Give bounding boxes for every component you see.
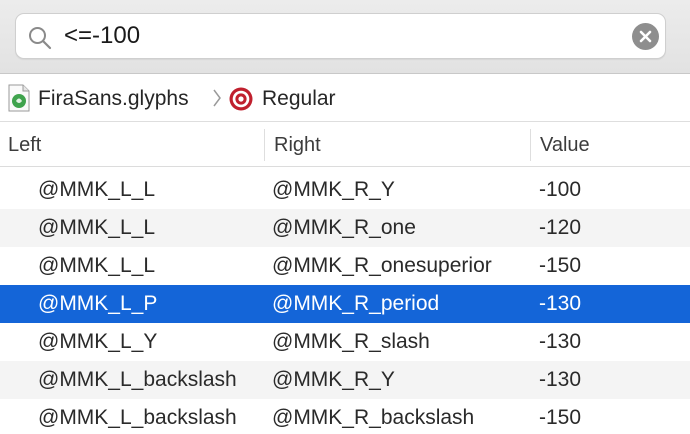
table-row[interactable]: @MMK_L_Y @MMK_R_slash -130 [0, 323, 690, 361]
breadcrumb-master[interactable]: Regular [262, 75, 336, 122]
cell-right: @MMK_R_slash [272, 330, 430, 353]
search-input[interactable] [64, 20, 624, 52]
table-row[interactable]: @MMK_L_L @MMK_R_Y -100 [0, 171, 690, 209]
cell-value: -100 [539, 178, 582, 201]
cell-left: @MMK_L_backslash [38, 368, 237, 391]
cell-right: @MMK_R_Y [272, 368, 395, 391]
chevron-right-icon [213, 89, 221, 107]
cell-left: @MMK_L_L [38, 254, 156, 277]
cell-value: -150 [539, 254, 582, 277]
cell-left: @MMK_L_L [38, 216, 156, 239]
cell-right: @MMK_R_Y [272, 178, 395, 201]
table-row[interactable]: @MMK_L_backslash @MMK_R_Y -130 [0, 361, 690, 399]
table-row[interactable]: @MMK_L_L @MMK_R_one -120 [0, 209, 690, 247]
cell-right: @MMK_R_one [272, 216, 416, 239]
master-target-icon [229, 87, 253, 111]
table-row[interactable]: @MMK_L_backslash @MMK_R_backslash -150 [0, 399, 690, 434]
breadcrumb-file[interactable]: FiraSans.glyphs [38, 75, 189, 122]
breadcrumb: FiraSans.glyphs Regular [0, 75, 690, 122]
cell-left: @MMK_L_Y [38, 330, 158, 353]
kerning-table: @MMK_L_L @MMK_R_Y -100 @MMK_L_L @MMK_R_o… [0, 168, 690, 434]
cell-value: -150 [539, 406, 582, 429]
search-field[interactable] [15, 13, 666, 59]
cell-left: @MMK_L_P [38, 292, 158, 315]
table-header: Left Right Value [0, 123, 690, 167]
search-toolbar [0, 0, 690, 74]
table-row-selected[interactable]: @MMK_L_P @MMK_R_period -130 [0, 285, 690, 323]
column-divider[interactable] [264, 129, 265, 161]
cell-left: @MMK_L_L [38, 178, 156, 201]
search-icon [29, 27, 52, 50]
cell-right: @MMK_R_backslash [272, 406, 475, 429]
column-header-value[interactable]: Value [540, 123, 590, 167]
cell-value: -120 [539, 216, 582, 239]
cell-right: @MMK_R_onesuperior [272, 254, 492, 277]
column-header-right[interactable]: Right [274, 123, 321, 167]
column-header-left[interactable]: Left [8, 123, 41, 167]
clear-search-button[interactable] [632, 23, 659, 50]
glyphs-file-icon [8, 84, 30, 112]
cell-value: -130 [539, 330, 582, 353]
clear-icon [639, 30, 652, 43]
cell-right: @MMK_R_period [272, 292, 440, 315]
column-divider[interactable] [530, 129, 531, 161]
cell-value: -130 [539, 292, 582, 315]
cell-value: -130 [539, 368, 582, 391]
cell-left: @MMK_L_backslash [38, 406, 237, 429]
table-row[interactable]: @MMK_L_L @MMK_R_onesuperior -150 [0, 247, 690, 285]
